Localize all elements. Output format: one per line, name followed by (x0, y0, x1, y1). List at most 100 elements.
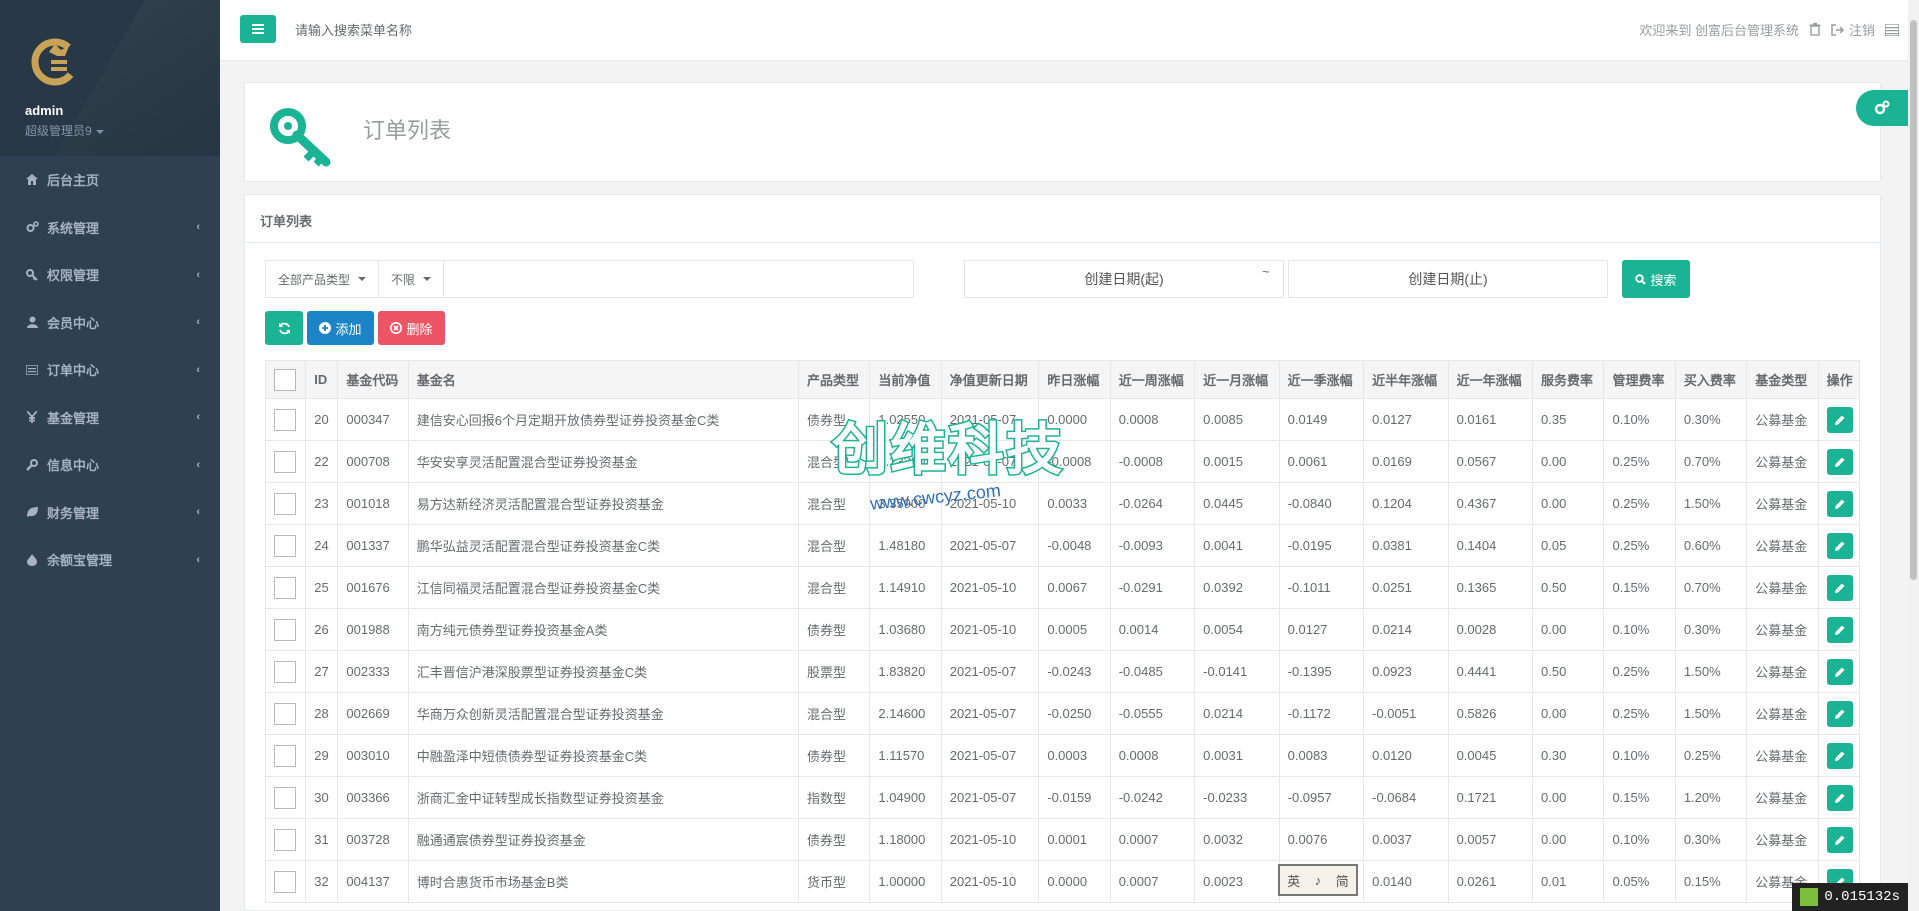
row-checkbox[interactable] (274, 450, 296, 473)
table-row[interactable]: 26 001988 南方纯元债券型证券投资基金A类 债券型 1.03680 2021-05… (264, 608, 1861, 651)
edit-button[interactable] (1826, 784, 1853, 811)
edit-button[interactable] (1826, 406, 1853, 433)
sidebar-item-4[interactable]: 订单中心 ‹ (0, 346, 220, 394)
edit-button[interactable] (1826, 616, 1853, 643)
menu-search-input[interactable]: 请输入搜索菜单名称 (295, 20, 412, 39)
add-button[interactable]: 添加 (307, 311, 374, 345)
table-row[interactable]: 24 001337 鹏华弘益灵活配置混合型证券投资基金C类 混合型 1.48180 202… (264, 524, 1861, 567)
theme-settings-button[interactable] (1856, 90, 1908, 126)
row-checkbox[interactable] (274, 408, 296, 431)
product-type-dropdown[interactable]: 全部产品类型 (266, 261, 380, 297)
table-cell: 1.11570 (869, 734, 942, 777)
edit-button[interactable] (1826, 742, 1853, 769)
menu-toggle-button[interactable] (240, 15, 276, 43)
column-header[interactable]: 昨日涨幅 (1038, 360, 1111, 399)
column-header[interactable]: 产品类型 (797, 360, 871, 399)
row-checkbox[interactable] (274, 576, 296, 599)
select-all-checkbox[interactable] (274, 368, 296, 391)
table-row[interactable]: 28 002669 华商万众创新灵活配置混合型证券投资基金 混合型 2.14600 202… (264, 692, 1861, 735)
table-cell: -0.0957 (1278, 776, 1365, 819)
row-checkbox[interactable] (274, 870, 296, 893)
table-row[interactable]: 22 000708 华安安享灵活配置混合型证券投资基金 混合型 1.23300 2021-… (264, 440, 1861, 483)
table-cell: 0.30% (1674, 398, 1748, 441)
column-header[interactable]: 管理费率 (1603, 360, 1676, 399)
trash-icon[interactable] (1809, 23, 1821, 36)
date-start-input[interactable]: 创建日期(起) (964, 260, 1284, 298)
logout-button[interactable]: 注销 (1831, 20, 1875, 39)
ime-char[interactable]: ♪ (1315, 873, 1322, 888)
user-role-dropdown[interactable]: 超级管理员9 (25, 122, 220, 139)
sidebar-item-3[interactable]: 会员中心 ‹ (0, 299, 220, 347)
table-cell: 2021-05-10 (940, 860, 1040, 903)
limit-dropdown[interactable]: 不限 (379, 261, 445, 297)
row-checkbox[interactable] (274, 702, 296, 725)
table-row[interactable]: 29 003010 中融盈泽中短债债券型证券投资基金C类 债券型 1.11570 2021… (264, 734, 1861, 777)
ime-char[interactable]: 英 (1287, 871, 1300, 890)
edit-button[interactable] (1826, 490, 1853, 517)
table-row[interactable]: 32 004137 博时合惠货币市场基金B类 货币型 1.00000 2021-05-10… (264, 860, 1861, 903)
column-header[interactable]: 基金代码 (337, 360, 409, 399)
column-header[interactable]: 基金类型 (1746, 360, 1819, 399)
ime-toolbar[interactable]: 英 ♪ 简 (1278, 864, 1358, 896)
column-header[interactable]: 操作 (1817, 360, 1861, 399)
edit-button[interactable] (1826, 826, 1853, 853)
scrollbar-thumb[interactable] (1910, 20, 1917, 580)
sidebar-item-0[interactable]: 后台主页 (0, 156, 220, 204)
table-cell: -0.0840 (1278, 482, 1365, 525)
table-cell: 0.50 (1532, 650, 1605, 693)
keyword-input[interactable] (444, 261, 913, 297)
table-cell: -0.0250 (1038, 692, 1111, 735)
table-cell: 指数型 (797, 776, 871, 819)
column-header[interactable]: 近一周涨幅 (1109, 360, 1196, 399)
column-header[interactable]: ID (305, 360, 339, 399)
column-header[interactable]: 基金名 (407, 360, 799, 399)
column-header[interactable]: 服务费率 (1532, 360, 1605, 399)
sidebar-item-5[interactable]: 基金管理 ‹ (0, 394, 220, 442)
sidebar-item-1[interactable]: 系统管理 ‹ (0, 204, 220, 252)
column-header[interactable]: 净值更新日期 (940, 360, 1040, 399)
table-row[interactable]: 27 002333 汇丰晋信沪港深股票型证券投资基金C类 股票型 1.83820 2021… (264, 650, 1861, 693)
column-header[interactable]: 当前净值 (869, 360, 942, 399)
row-checkbox[interactable] (274, 618, 296, 641)
sidebar-item-7[interactable]: 财务管理 ‹ (0, 489, 220, 537)
ime-char[interactable]: 简 (1336, 871, 1349, 890)
table-row[interactable]: 30 003366 浙商汇金中证转型成长指数型证券投资基金 指数型 1.04900 202… (264, 776, 1861, 819)
table-row[interactable]: 23 001018 易方达新经济灵活配置混合型证券投资基金 混合型 3.35900 202… (264, 482, 1861, 525)
table-row[interactable]: 20 000347 建信安心回报6个月定期开放债券型证券投资基金C类 债券型 1.025… (264, 398, 1861, 441)
refresh-button[interactable] (265, 311, 303, 345)
row-checkbox[interactable] (274, 534, 296, 557)
action-cell (1817, 482, 1861, 525)
table-cell: 0.0214 (1194, 692, 1280, 735)
table-cell: 0.0127 (1363, 398, 1449, 441)
sidebar-item-8[interactable]: 余额宝管理 ‹ (0, 536, 220, 584)
right-sidebar-toggle-icon[interactable] (1885, 23, 1899, 36)
delete-button[interactable]: 删除 (378, 311, 445, 345)
column-header[interactable]: 近半年涨幅 (1363, 360, 1449, 399)
sidebar-item-label: 会员中心 (47, 315, 100, 331)
edit-button[interactable] (1826, 532, 1853, 559)
column-header[interactable]: 买入费率 (1674, 360, 1748, 399)
column-header[interactable]: 近一年涨幅 (1447, 360, 1534, 399)
sidebar-item-2[interactable]: 权限管理 ‹ (0, 251, 220, 299)
row-checkbox[interactable] (274, 492, 296, 515)
table-row[interactable]: 25 001676 江信同福灵活配置混合型证券投资基金C类 混合型 1.14910 202… (264, 566, 1861, 609)
table-row[interactable]: 31 003728 融通通宸债券型证券投资基金 债券型 1.18000 2021-05-1… (264, 818, 1861, 861)
edit-button[interactable] (1826, 658, 1853, 685)
page-scrollbar[interactable] (1908, 0, 1919, 911)
edit-button[interactable] (1826, 574, 1853, 601)
row-checkbox[interactable] (274, 660, 296, 683)
row-checkbox[interactable] (274, 786, 296, 809)
search-button[interactable]: 搜索 (1622, 260, 1690, 298)
table-cell: 0.30 (1532, 734, 1605, 777)
edit-button[interactable] (1826, 448, 1853, 475)
row-checkbox[interactable] (274, 828, 296, 851)
edit-button[interactable] (1826, 700, 1853, 727)
date-end-input[interactable]: 创建日期(止) (1288, 260, 1608, 298)
table-cell: 债券型 (797, 734, 871, 777)
column-header[interactable]: 近一季涨幅 (1278, 360, 1365, 399)
pencil-icon (1834, 414, 1846, 426)
row-checkbox[interactable] (274, 744, 296, 767)
sidebar-item-6[interactable]: 信息中心 ‹ (0, 441, 220, 489)
table-cell: 2021-05-10 (940, 818, 1040, 861)
column-header[interactable]: 近一月涨幅 (1194, 360, 1280, 399)
